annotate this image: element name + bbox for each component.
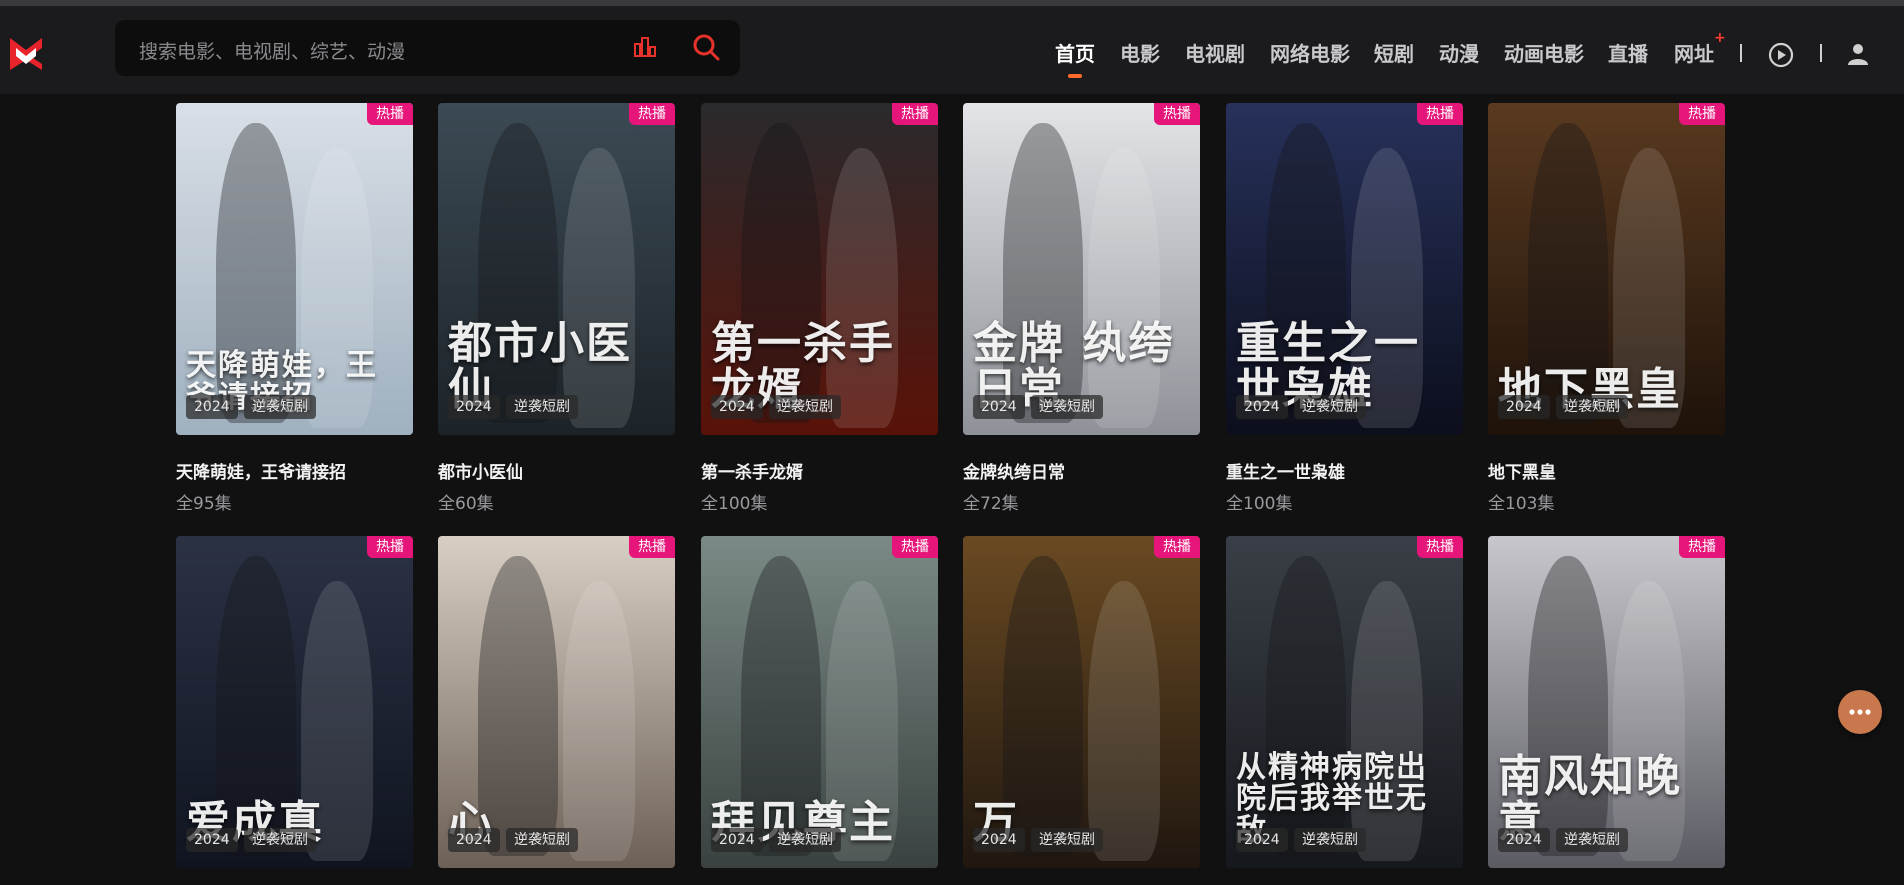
year-tag: 2024	[711, 395, 763, 419]
hot-badge: 热播	[1154, 536, 1200, 558]
poster-image[interactable]: 地下黑皇 热播 2024 逆袭短剧	[1488, 103, 1725, 435]
nav-anime[interactable]: 动漫	[1439, 38, 1479, 67]
more-button[interactable]	[1838, 690, 1882, 734]
hot-badge: 热播	[892, 536, 938, 558]
year-tag: 2024	[186, 828, 238, 852]
user-icon[interactable]	[1846, 42, 1870, 66]
hot-badge: 热播	[629, 103, 675, 125]
card-title[interactable]: 重生之一世枭雄	[1226, 458, 1345, 483]
nav-movie[interactable]: 电影	[1120, 38, 1160, 67]
card-title[interactable]: 第一杀手龙婿	[701, 458, 803, 483]
poster-image[interactable]: 心 热播 2024 逆袭短剧	[438, 536, 675, 868]
search-icon[interactable]	[691, 32, 721, 62]
genre-tag: 逆袭短剧	[1294, 395, 1366, 419]
year-tag: 2024	[973, 828, 1025, 852]
card-title[interactable]: 金牌纨绔日常	[963, 458, 1065, 483]
episode-count: 全95集	[176, 494, 232, 514]
nav-live[interactable]: 直播	[1608, 38, 1648, 67]
poster-image[interactable]: 都市小医仙 热播 2024 逆袭短剧	[438, 103, 675, 435]
poster-image[interactable]: 南风知晚意 热播 2024 逆袭短剧	[1488, 536, 1725, 868]
genre-tag: 逆袭短剧	[1294, 828, 1366, 852]
genre-tag: 逆袭短剧	[506, 828, 578, 852]
episode-count: 全103集	[1488, 494, 1555, 514]
poster-image[interactable]: 第一杀手 龙婿 热播 2024 逆袭短剧	[701, 103, 938, 435]
search-bar[interactable]: 搜索电影、电视剧、综艺、动漫	[115, 20, 740, 76]
genre-tag: 逆袭短剧	[506, 395, 578, 419]
hot-badge: 热播	[1154, 103, 1200, 125]
top-header: 搜索电影、电视剧、综艺、动漫 首页 电影 电视剧 网络电影 短剧 动漫 动画电影…	[0, 6, 1904, 94]
hot-badge: 热播	[367, 536, 413, 558]
genre-tag: 逆袭短剧	[1556, 828, 1628, 852]
nav-animated-movie[interactable]: 动画电影	[1504, 38, 1584, 67]
hot-badge: 热播	[629, 536, 675, 558]
year-tag: 2024	[711, 828, 763, 852]
search-input[interactable]: 搜索电影、电视剧、综艺、动漫	[139, 37, 405, 64]
year-tag: 2024	[973, 395, 1025, 419]
hot-badge: 热播	[1417, 536, 1463, 558]
year-tag: 2024	[1236, 395, 1288, 419]
genre-tag: 逆袭短剧	[769, 828, 841, 852]
new-dot: +	[1714, 30, 1726, 46]
poster-image[interactable]: 天降萌娃，王爷请接招 热播 2024 逆袭短剧	[176, 103, 413, 435]
year-tag: 2024	[448, 828, 500, 852]
genre-tag: 逆袭短剧	[1031, 828, 1103, 852]
hot-badge: 热播	[892, 103, 938, 125]
poster-image[interactable]: 爱成真 热播 2024 逆袭短剧	[176, 536, 413, 868]
poster-image[interactable]: 万 热播 2024 逆袭短剧	[963, 536, 1200, 868]
poster-image[interactable]: 从精神病院出院后我举世无敌 热播 2024 逆袭短剧	[1226, 536, 1463, 868]
card-title[interactable]: 都市小医仙	[438, 458, 523, 483]
ranking-icon[interactable]	[632, 34, 658, 60]
poster-image[interactable]: 重生之一世枭雄 热播 2024 逆袭短剧	[1226, 103, 1463, 435]
hot-badge: 热播	[1417, 103, 1463, 125]
nav-url[interactable]: 网址	[1674, 38, 1714, 67]
year-tag: 2024	[186, 395, 238, 419]
hot-badge: 热播	[1679, 103, 1725, 125]
brand-logo[interactable]	[8, 34, 44, 72]
nav-tv-series[interactable]: 电视剧	[1185, 38, 1245, 67]
year-tag: 2024	[1498, 828, 1550, 852]
nav-web-movie[interactable]: 网络电影	[1270, 38, 1350, 67]
divider	[1740, 44, 1742, 62]
genre-tag: 逆袭短剧	[769, 395, 841, 419]
year-tag: 2024	[1498, 395, 1550, 419]
nav-short-drama[interactable]: 短剧	[1374, 38, 1414, 67]
genre-tag: 逆袭短剧	[1031, 395, 1103, 419]
nav-home[interactable]: 首页	[1055, 38, 1095, 67]
genre-tag: 逆袭短剧	[244, 828, 316, 852]
play-history-icon[interactable]	[1768, 42, 1794, 68]
episode-count: 全100集	[701, 494, 768, 514]
hot-badge: 热播	[1679, 536, 1725, 558]
hot-badge: 热播	[367, 103, 413, 125]
episode-count: 全72集	[963, 494, 1019, 514]
year-tag: 2024	[448, 395, 500, 419]
poster-image[interactable]: 拜见尊主 热播 2024 逆袭短剧	[701, 536, 938, 868]
episode-count: 全60集	[438, 494, 494, 514]
poster-image[interactable]: 金牌 纨绔日常 热播 2024 逆袭短剧	[963, 103, 1200, 435]
active-nav-indicator	[1068, 74, 1082, 78]
card-title[interactable]: 地下黑皇	[1488, 458, 1556, 483]
genre-tag: 逆袭短剧	[1556, 395, 1628, 419]
card-title[interactable]: 天降萌娃，王爷请接招	[176, 458, 346, 483]
divider	[1820, 44, 1822, 62]
genre-tag: 逆袭短剧	[244, 395, 316, 419]
year-tag: 2024	[1236, 828, 1288, 852]
episode-count: 全100集	[1226, 494, 1293, 514]
more-icon	[1849, 709, 1871, 715]
